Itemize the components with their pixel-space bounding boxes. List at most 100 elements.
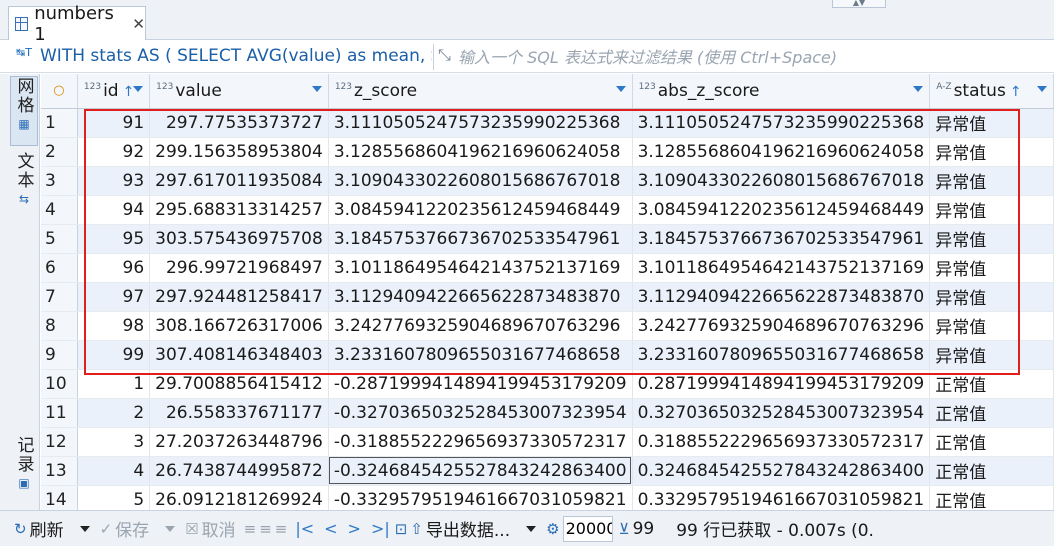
table-row[interactable]: 13 4 26.7438744995872 -0.324684542552784324… xyxy=(41,456,1054,486)
edit-icon[interactable]: ≡ xyxy=(244,520,257,538)
id-cell[interactable]: 97 xyxy=(77,282,151,312)
table-row[interactable]: 2 92 299.156358953804 3.1285568604196216960… xyxy=(41,137,1054,167)
value-cell[interactable]: 296.99721968497 xyxy=(149,253,329,283)
table-row[interactable]: 10 1 29.7008856415412 -0.287199941489419945… xyxy=(41,369,1054,399)
z-score-cell[interactable]: -0.2871999414894199453179209 xyxy=(328,369,633,399)
id-cell[interactable]: 2 xyxy=(77,398,151,428)
row-number-cell[interactable]: 8 xyxy=(41,311,78,341)
value-cell[interactable]: 26.0912181269924 xyxy=(149,485,329,510)
next-page-icon[interactable]: > xyxy=(348,519,361,538)
abs-z-score-cell[interactable]: 0.3188552229656937330572317 xyxy=(632,427,931,457)
chevron-down-icon[interactable] xyxy=(133,86,144,92)
previous-page-icon[interactable]: < xyxy=(324,519,337,538)
id-cell[interactable]: 3 xyxy=(77,427,151,457)
abs-z-score-cell[interactable]: 3.1129409422665622873483870 xyxy=(632,282,931,312)
text-view-button[interactable]: 文本 ⇆ xyxy=(10,152,38,212)
table-row[interactable]: 8 98 308.166726317006 3.2427769325904689670… xyxy=(41,311,1054,341)
export-dropdown-icon[interactable] xyxy=(526,525,537,532)
table-row[interactable]: 5 95 303.575436975708 3.1845753766736702533… xyxy=(41,224,1054,254)
value-cell[interactable]: 297.617011935084 xyxy=(149,166,329,196)
row-number-header[interactable]: ○ xyxy=(41,74,78,109)
abs-z-score-cell[interactable]: 3.1090433022608015686767018 xyxy=(632,166,931,196)
id-cell[interactable]: 93 xyxy=(77,166,151,196)
add-row-icon[interactable]: ≡ xyxy=(259,520,272,538)
z-score-cell[interactable]: 3.2331607809655031677468658 xyxy=(328,340,633,370)
table-row[interactable]: 1 91 297.77535373727 3.11105052475732359902… xyxy=(41,108,1054,138)
fetch-all-icon[interactable]: ⊡ xyxy=(395,520,408,538)
delete-row-icon[interactable]: ≡ xyxy=(275,520,288,538)
value-cell[interactable]: 308.166726317006 xyxy=(149,311,329,341)
chevron-down-icon[interactable] xyxy=(913,86,924,92)
table-row[interactable]: 3 93 297.617011935084 3.1090433022608015686… xyxy=(41,166,1054,196)
row-number-cell[interactable]: 11 xyxy=(41,398,78,428)
column-header-value[interactable]: 123 value xyxy=(149,74,329,109)
table-row[interactable]: 14 5 26.0912181269924 -0.332957951946166703… xyxy=(41,485,1054,510)
last-page-icon[interactable]: >| xyxy=(371,519,390,538)
id-cell[interactable]: 99 xyxy=(77,340,151,370)
results-grid[interactable]: ○ 123 id ↑ 123 value 123 z_score 123 abs_z_sc… xyxy=(41,74,1054,510)
abs-z-score-cell[interactable]: 0.2871999414894199453179209 xyxy=(632,369,931,399)
z-score-cell[interactable]: 3.1110505247573235990225368 xyxy=(328,108,633,138)
status-cell[interactable]: 异常值 xyxy=(929,224,1054,254)
z-score-cell[interactable]: 3.1845753766736702533547961 xyxy=(328,224,633,254)
value-cell[interactable]: 297.77535373727 xyxy=(149,108,329,138)
abs-z-score-cell[interactable]: 3.2427769325904689670763296 xyxy=(632,311,931,341)
abs-z-score-cell[interactable]: 3.1011864954642143752137169 xyxy=(632,253,931,283)
record-view-button[interactable]: 记录 ▣ xyxy=(10,436,38,498)
z-score-cell[interactable]: -0.3270365032528453007323954 xyxy=(328,398,633,428)
z-score-cell[interactable]: 3.2427769325904689670763296 xyxy=(328,311,633,341)
id-cell[interactable]: 94 xyxy=(77,195,151,225)
column-header-status[interactable]: A-Z status ↑ xyxy=(929,74,1054,109)
value-cell[interactable]: 29.7008856415412 xyxy=(149,369,329,399)
save-button[interactable]: ✓ 保存 xyxy=(100,516,150,542)
table-row[interactable]: 9 99 307.408146348403 3.2331607809655031677… xyxy=(41,340,1054,370)
abs-z-score-cell[interactable]: 0.3329579519461667031059821 xyxy=(632,485,931,510)
column-header-id[interactable]: 123 id ↑ xyxy=(77,74,151,109)
row-number-cell[interactable]: 4 xyxy=(41,195,78,225)
status-cell[interactable]: 异常值 xyxy=(929,282,1054,312)
z-score-cell[interactable]: 3.1090433022608015686767018 xyxy=(328,166,633,196)
id-cell[interactable]: 96 xyxy=(77,253,151,283)
status-cell[interactable]: 正常值 xyxy=(929,369,1054,399)
chevron-down-icon[interactable] xyxy=(311,86,322,92)
save-dropdown-icon[interactable] xyxy=(165,525,176,532)
grid-view-button[interactable]: 网格 ▦ xyxy=(10,76,38,146)
status-cell[interactable]: 正常值 xyxy=(929,456,1054,486)
row-number-cell[interactable]: 6 xyxy=(41,253,78,283)
filter-input[interactable] xyxy=(458,45,1048,69)
refresh-button[interactable]: ↻ 刷新 xyxy=(14,516,64,542)
value-cell[interactable]: 26.7438744995872 xyxy=(149,456,329,486)
column-header-abs-z-score[interactable]: 123 abs_z_score xyxy=(632,74,931,109)
status-cell[interactable]: 异常值 xyxy=(929,137,1054,167)
status-cell[interactable]: 正常值 xyxy=(929,427,1054,457)
row-number-cell[interactable]: 3 xyxy=(41,166,78,196)
status-cell[interactable]: 异常值 xyxy=(929,253,1054,283)
first-page-icon[interactable]: |< xyxy=(295,519,314,538)
row-number-cell[interactable]: 13 xyxy=(41,456,78,486)
id-cell[interactable]: 98 xyxy=(77,311,151,341)
table-row[interactable]: 12 3 27.2037263448796 -0.318855222965693733… xyxy=(41,427,1054,457)
value-cell[interactable]: 303.575436975708 xyxy=(149,224,329,254)
abs-z-score-cell[interactable]: 3.2331607809655031677468658 xyxy=(632,340,931,370)
id-cell[interactable]: 1 xyxy=(77,369,151,399)
query-text[interactable]: WITH stats AS ( SELECT AVG(value) as mea… xyxy=(40,46,432,66)
status-cell[interactable]: 异常值 xyxy=(929,340,1054,370)
id-cell[interactable]: 4 xyxy=(77,456,151,486)
status-cell[interactable]: 异常值 xyxy=(929,166,1054,196)
row-number-cell[interactable]: 9 xyxy=(41,340,78,370)
row-number-cell[interactable]: 10 xyxy=(41,369,78,399)
abs-z-score-cell[interactable]: 3.1110505247573235990225368 xyxy=(632,108,931,138)
row-number-cell[interactable]: 2 xyxy=(41,137,78,167)
export-data-button[interactable]: ⇧ 导出数据... xyxy=(410,516,510,542)
column-header-z-score[interactable]: 123 z_score xyxy=(328,74,633,109)
table-row[interactable]: 7 97 297.924481258417 3.1129409422665622873… xyxy=(41,282,1054,312)
value-cell[interactable]: 299.156358953804 xyxy=(149,137,329,167)
value-cell[interactable]: 27.2037263448796 xyxy=(149,427,329,457)
fetch-size-input[interactable] xyxy=(562,515,613,542)
value-cell[interactable]: 307.408146348403 xyxy=(149,340,329,370)
z-score-cell[interactable]: -0.3188552229656937330572317 xyxy=(328,427,633,457)
id-cell[interactable]: 5 xyxy=(77,485,151,510)
value-cell[interactable]: 295.688313314257 xyxy=(149,195,329,225)
z-score-cell[interactable]: -0.3246845425527843242863400 xyxy=(328,456,633,486)
status-cell[interactable]: 异常值 xyxy=(929,108,1054,138)
